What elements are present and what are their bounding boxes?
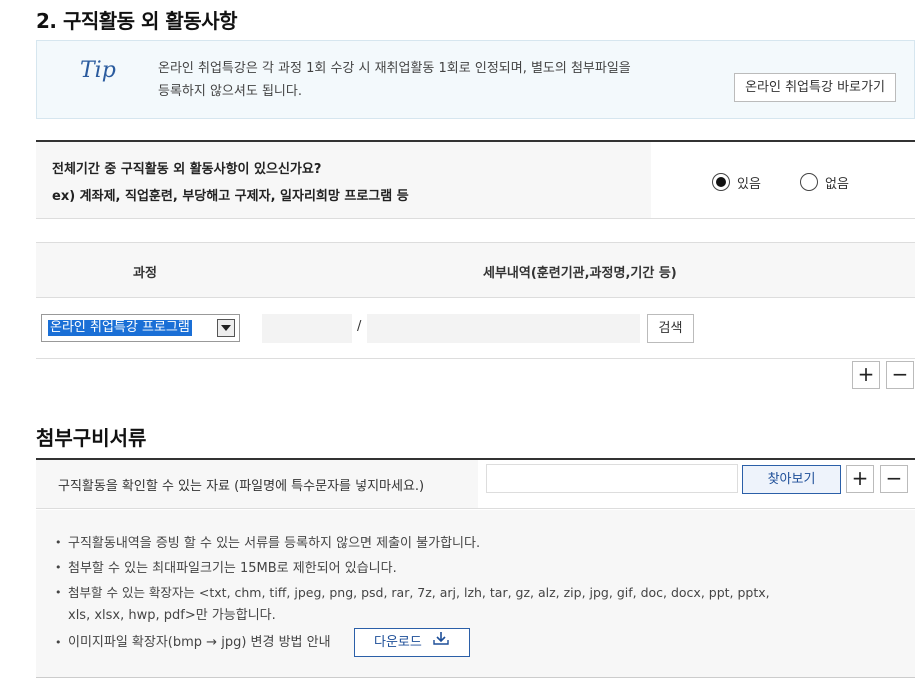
download-button-label: 다운로드	[374, 635, 422, 650]
remove-row-button[interactable]: −	[886, 361, 914, 389]
browse-button[interactable]: 찾아보기	[742, 465, 841, 494]
download-icon	[432, 629, 450, 656]
section-title-attachments: 첨부구비서류	[36, 426, 147, 450]
tip-logo: Tip	[80, 58, 116, 83]
note-item: 첨부할 수 있는 최대파일크기는 15MB로 제한되어 있습니다.	[68, 561, 397, 576]
online-lecture-shortcut-button[interactable]: 온라인 취업특강 바로가기	[734, 73, 896, 102]
bullet-icon: •	[55, 586, 62, 599]
file-path-input[interactable]	[486, 464, 738, 493]
radio-no[interactable]	[800, 173, 818, 191]
table-header	[36, 242, 915, 298]
bullet-icon: •	[55, 636, 62, 649]
question-example-text: ex) 계좌제, 직업훈련, 부당해고 구제자, 일자리희망 프로그램 등	[52, 189, 409, 204]
institution-input[interactable]	[262, 314, 352, 343]
add-file-button[interactable]: +	[846, 465, 874, 493]
bullet-icon: •	[55, 536, 62, 549]
question-bottom-border	[36, 218, 915, 219]
course-select-value: 온라인 취업특강 프로그램	[48, 320, 192, 336]
header-details: 세부내역(훈련기관,과정명,기간 등)	[483, 266, 677, 281]
course-name-input[interactable]	[367, 314, 640, 343]
separator-slash: /	[357, 319, 362, 334]
radio-yes-label[interactable]: 있음	[737, 173, 761, 192]
note-item: 첨부할 수 있는 확장자는 <txt, chm, tiff, jpeg, png…	[68, 585, 770, 600]
search-button[interactable]: 검색	[647, 314, 694, 343]
section-title-activities: 2. 구직활동 외 활동사항	[36, 9, 238, 33]
note-item: 이미지파일 확장자(bmp → jpg) 변경 방법 안내	[68, 635, 331, 650]
chevron-down-icon[interactable]	[217, 319, 235, 337]
header-course: 과정	[133, 266, 157, 281]
bullet-icon: •	[55, 561, 62, 574]
add-row-button[interactable]: +	[852, 361, 880, 389]
tip-text-line1: 온라인 취업특강은 각 과정 1회 수강 시 재취업활동 1회로 인정되며, 별…	[158, 61, 631, 76]
tip-text: 온라인 취업특강은 각 과정 1회 수강 시 재취업활동 1회로 인정되며, 별…	[158, 57, 718, 103]
note-item-continued: xls, xlsx, hwp, pdf>만 가능합니다.	[68, 608, 276, 623]
course-select[interactable]: 온라인 취업특강 프로그램	[41, 314, 240, 342]
radio-no-label[interactable]: 없음	[825, 173, 849, 192]
question-text: 전체기간 중 구직활동 외 활동사항이 있으신가요?	[52, 162, 322, 177]
tip-text-line2: 등록하지 않으셔도 됩니다.	[158, 84, 302, 99]
question-cell	[36, 142, 651, 218]
radio-yes[interactable]	[712, 173, 730, 191]
note-item: 구직활동내역을 증빙 할 수 있는 서류를 등록하지 않으면 제출이 불가합니다…	[68, 536, 481, 551]
attach-bottom-border	[36, 508, 915, 509]
remove-file-button[interactable]: −	[880, 465, 908, 493]
table-row-border	[36, 358, 915, 359]
attach-label: 구직활동을 확인할 수 있는 자료 (파일명에 특수문자를 넣지마세요.)	[58, 479, 425, 494]
download-button[interactable]: 다운로드	[354, 628, 470, 657]
